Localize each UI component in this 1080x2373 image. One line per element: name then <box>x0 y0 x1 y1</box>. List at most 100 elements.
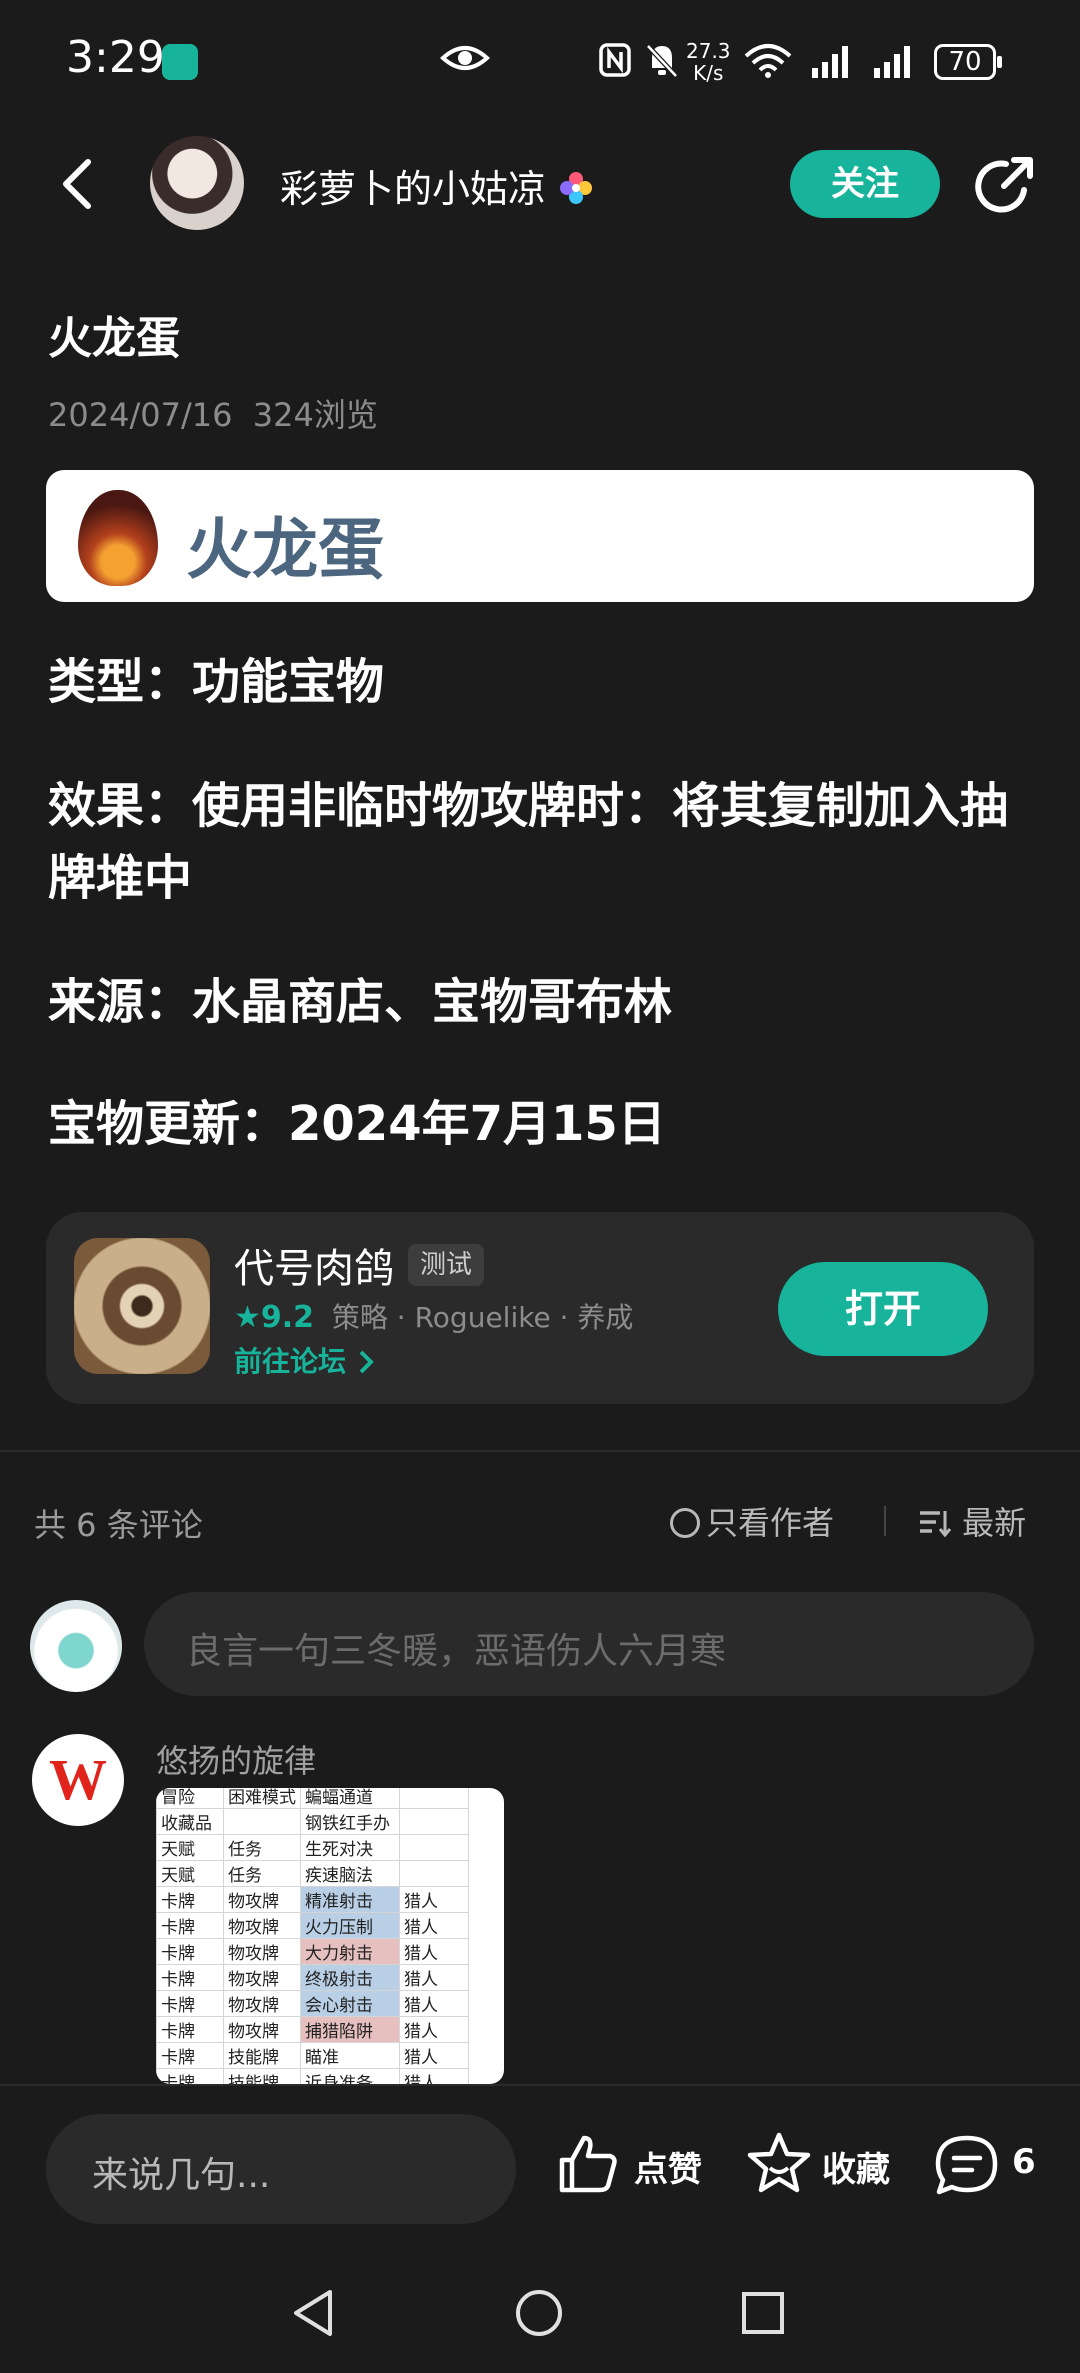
flower-badge-icon <box>560 172 593 204</box>
table-cell <box>399 1834 469 1861</box>
follow-button[interactable]: 关注 <box>790 150 940 218</box>
mute-bell-icon <box>646 44 678 78</box>
table-row: 卡牌 物攻牌 火力压制 猎人 <box>156 1912 469 1939</box>
chevron-right-icon <box>359 1350 374 1374</box>
table-cell: 任务 <box>223 1860 301 1887</box>
commenter-name[interactable]: 悠扬的旋律 <box>156 1736 316 1782</box>
author-avatar[interactable] <box>150 136 244 230</box>
table-cell: 卡牌 <box>156 1938 224 1965</box>
table-cell: 猎人 <box>399 2042 469 2069</box>
commenter-avatar[interactable]: W <box>32 1734 124 1826</box>
table-cell: 卡牌 <box>156 1964 224 1991</box>
table-row: 天赋 任务 疾速脑法 <box>156 1860 469 1887</box>
like-button[interactable]: 点赞 <box>634 2142 702 2191</box>
battery-indicator: 70 <box>934 44 1002 80</box>
table-cell <box>399 1860 469 1887</box>
comment-image-table: 冒险 困难模式 蝙蝠通道 收藏品 钢铁红手办 天赋 任务 生死对决 天赋 任务 疾速脑法 卡牌 物攻牌精… <box>156 1788 469 2084</box>
app-genre: 养成 <box>577 1301 634 1334</box>
table-cell: 物攻牌 <box>223 2016 301 2043</box>
item-type: 类型：功能宝物 <box>48 654 385 710</box>
table-cell: 物攻牌 <box>223 1964 301 1991</box>
back-arrow-icon[interactable] <box>56 156 96 212</box>
item-source: 来源：水晶商店、宝物哥布林 <box>48 974 673 1030</box>
radio-circle-icon[interactable] <box>670 1508 700 1538</box>
favorite-button[interactable]: 收藏 <box>822 2142 890 2191</box>
system-nav-bar <box>0 2264 1080 2373</box>
share-icon[interactable] <box>974 154 1036 216</box>
post-date: 2024/07/16 <box>48 396 233 434</box>
table-row: 卡牌 物攻牌 精准射击 猎人 <box>156 1886 469 1913</box>
table-cell: 冒险 <box>156 1788 224 1809</box>
post-views: 324浏览 <box>252 396 378 434</box>
signal-icon-2 <box>874 46 910 78</box>
nav-home-icon[interactable] <box>514 2288 564 2338</box>
table-cell: 生死对决 <box>300 1834 400 1861</box>
table-cell: 困难模式 <box>223 1788 301 1809</box>
table-cell: 物攻牌 <box>223 1912 301 1939</box>
table-cell <box>399 1808 469 1835</box>
table-cell: 捕猎陷阱 <box>300 2016 400 2043</box>
table-row: 卡牌 物攻牌 大力射击 猎人 <box>156 1938 469 1965</box>
table-row: 天赋 任务 生死对决 <box>156 1834 469 1861</box>
table-cell: 疾速脑法 <box>300 1860 400 1887</box>
table-cell: 精准射击 <box>300 1886 400 1913</box>
filter-separator <box>884 1506 886 1536</box>
post-meta: 2024/07/16 324浏览 <box>48 390 378 436</box>
table-cell: 物攻牌 <box>223 1886 301 1913</box>
table-cell: 钢铁红手办 <box>300 1808 400 1835</box>
table-row: 冒险 困难模式 蝙蝠通道 <box>156 1788 469 1809</box>
quick-comment-placeholder[interactable]: 来说几句... <box>92 2146 270 2198</box>
app-notification-icon <box>162 44 198 80</box>
nav-recents-icon[interactable] <box>740 2290 786 2336</box>
app-name[interactable]: 代号肉鸽 <box>234 1236 394 1294</box>
thumbs-up-icon[interactable] <box>556 2132 620 2196</box>
sort-toggle[interactable]: 最新 <box>918 1498 1026 1544</box>
sort-icon <box>920 1511 952 1538</box>
app-genre: Roguelike <box>414 1301 551 1334</box>
table-cell: 猎人 <box>399 1938 469 1965</box>
star-icon: ★ <box>234 1300 261 1335</box>
nfc-icon <box>599 43 631 77</box>
open-app-button[interactable]: 打开 <box>778 1262 988 1356</box>
status-bar: 3:29 27.3 K/s 70 <box>0 0 1080 124</box>
table-cell: 猎人 <box>399 1990 469 2017</box>
wifi-icon <box>744 44 792 78</box>
table-cell: 卡牌 <box>156 1886 224 1913</box>
comment-input-placeholder[interactable]: 良言一句三冬暖，恶语伤人六月寒 <box>186 1622 726 1674</box>
author-name[interactable]: 彩萝卜的小姑凉 <box>280 158 594 213</box>
table-cell: 猎人 <box>399 1912 469 1939</box>
table-cell <box>399 1788 469 1809</box>
author-only-toggle[interactable]: 只看作者 <box>670 1498 834 1544</box>
item-effect: 效果：使用非临时物攻牌时：将其复制加入抽牌堆中 <box>48 778 1009 906</box>
app-meta: ★9.2 策略 · Roguelike · 养成 <box>234 1300 634 1335</box>
app-genre: 策略 <box>331 1301 388 1334</box>
section-divider <box>0 1450 1080 1452</box>
comment-bubble-icon[interactable] <box>934 2134 1000 2196</box>
nav-back-icon[interactable] <box>290 2288 336 2338</box>
table-row: 卡牌 技能牌 近身准备 猎人 <box>156 2068 469 2084</box>
table-cell: 蝙蝠通道 <box>300 1788 400 1809</box>
table-cell: 猎人 <box>399 2068 469 2084</box>
table-cell: 大力射击 <box>300 1938 400 1965</box>
table-cell: 瞄准 <box>300 2042 400 2069</box>
signal-icon <box>812 46 848 78</box>
table-cell: 卡牌 <box>156 1990 224 2017</box>
table-cell: 近身准备 <box>300 2068 400 2084</box>
table-cell: 技能牌 <box>223 2068 301 2084</box>
comment-image[interactable]: 冒险 困难模式 蝙蝠通道 收藏品 钢铁红手办 天赋 任务 生死对决 天赋 任务 疾速脑法 卡牌 物攻牌精… <box>156 1788 504 2084</box>
table-row: 收藏品 钢铁红手办 <box>156 1808 469 1835</box>
star-favorite-icon[interactable] <box>746 2130 812 2196</box>
table-cell <box>223 1808 301 1835</box>
table-cell: 火力压制 <box>300 1912 400 1939</box>
app-test-tag: 测试 <box>408 1244 485 1286</box>
table-cell: 卡牌 <box>156 2042 224 2069</box>
comment-count-badge[interactable]: 6 <box>1012 2142 1036 2182</box>
table-cell: 终极射击 <box>300 1964 400 1991</box>
table-row: 卡牌 物攻牌 会心射击 猎人 <box>156 1990 469 2017</box>
table-cell: 猎人 <box>399 1964 469 1991</box>
post-title: 火龙蛋 <box>48 313 180 364</box>
app-icon[interactable] <box>74 1238 210 1374</box>
item-update: 宝物更新：2024年7月15日 <box>48 1096 666 1152</box>
table-cell: 猎人 <box>399 2016 469 2043</box>
forum-link[interactable]: 前往论坛 <box>234 1340 376 1380</box>
